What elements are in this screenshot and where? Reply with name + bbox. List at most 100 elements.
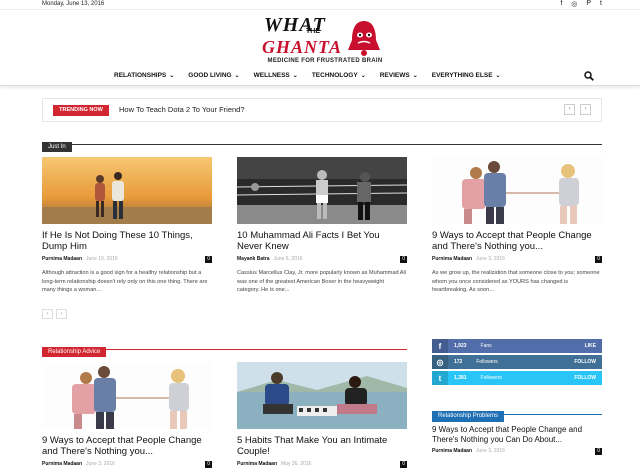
relationship-problems-label: Relationship Problems — [432, 411, 505, 422]
nav-item-technology[interactable]: TECHNOLOGY ⌄ — [312, 72, 366, 79]
article-meta: Purnima Madaan June 10, 2016 0 — [42, 256, 212, 263]
chevron-down-icon: ⌄ — [495, 73, 501, 79]
article-title[interactable]: 9 Ways to Accept that People Change and … — [42, 435, 212, 457]
nav-label: RELATIONSHIPS — [114, 72, 167, 79]
trending-bar: TRENDING NOW How To Teach Dota 2 To Your… — [42, 98, 602, 122]
top-social-icons: f ◎ P t — [560, 0, 602, 8]
comment-count-badge[interactable]: 0 — [400, 461, 407, 468]
site-logo[interactable]: WHAT THE GHANTA MEDICINE FOR FRUSTRATED … — [262, 14, 388, 66]
relationship-advice-header: Relationship Advice — [42, 340, 407, 357]
nav-item-relationships[interactable]: RELATIONSHIPS ⌄ — [114, 72, 174, 79]
article-author[interactable]: Purnima Madaan — [432, 448, 472, 454]
instagram-icon: ◎ — [432, 355, 448, 369]
article-card[interactable]: 9 Ways to Accept that People Change and … — [42, 362, 212, 468]
article-meta: Purnima Madaan June 3, 2016 0 — [432, 448, 602, 455]
facebook-icon[interactable]: f — [560, 0, 562, 8]
article-excerpt: As we grow up, the realization that some… — [432, 270, 600, 293]
article-author[interactable]: Purnima Madaan — [237, 461, 277, 467]
article-meta: Purnima Madaan May 26, 2016 0 — [237, 461, 407, 468]
chevron-down-icon: ⌄ — [234, 73, 240, 79]
article-card[interactable]: 10 Muhammad Ali Facts I Bet You Never Kn… — [237, 157, 407, 295]
comment-count-badge[interactable]: 0 — [205, 256, 212, 263]
comment-count-badge[interactable]: 0 — [595, 448, 602, 455]
article-title[interactable]: 9 Ways to Accept that People Change and … — [432, 230, 602, 252]
article-image-boxing[interactable] — [237, 157, 407, 224]
logo-word-the: THE — [306, 28, 320, 35]
pagination-prev-button[interactable]: ‹ — [42, 309, 53, 319]
article-title[interactable]: If He Is Not Doing These 10 Things, Dump… — [42, 230, 212, 252]
comment-count-badge[interactable]: 0 — [595, 256, 602, 263]
comment-count-badge[interactable]: 0 — [205, 461, 212, 468]
trending-title[interactable]: How To Teach Dota 2 To Your Friend? — [119, 105, 245, 114]
search-icon[interactable] — [584, 71, 594, 81]
article-author[interactable]: Purnima Madaan — [42, 461, 82, 467]
relationship-advice-label: Relationship Advice — [42, 347, 107, 357]
facebook-count: 1,923 — [454, 343, 467, 349]
article-image-chess-couple[interactable] — [237, 362, 407, 429]
article-meta: Purnima Madaan June 3, 2016 0 — [432, 256, 602, 263]
top-bar: Monday, June 13, 2016 f ◎ P t — [0, 0, 640, 10]
facebook-icon: f — [432, 339, 448, 353]
article-title[interactable]: 10 Muhammad Ali Facts I Bet You Never Kn… — [237, 230, 407, 252]
nav-label: EVERYTHING ELSE — [431, 72, 493, 79]
twitter-counter[interactable]: t 1,381 Followers FOLLOW — [432, 371, 602, 385]
article-date: June 3, 2016 — [476, 256, 505, 262]
trending-prev-button[interactable]: ‹ — [564, 104, 575, 115]
article-author[interactable]: Purnima Madaan — [432, 256, 472, 262]
instagram-counter[interactable]: ◎ 172 Followers FOLLOW — [432, 355, 602, 369]
article-title[interactable]: 5 Habits That Make You an Intimate Coupl… — [237, 435, 407, 457]
article-excerpt: Although attraction is a good sign for a… — [42, 270, 208, 293]
chevron-down-icon: ⌄ — [169, 73, 175, 79]
nav-label: TECHNOLOGY — [311, 72, 358, 79]
twitter-follow-button[interactable]: FOLLOW — [574, 375, 596, 381]
chevron-down-icon: ⌄ — [292, 73, 298, 79]
article-date: June 6, 2016 — [273, 256, 303, 262]
article-author[interactable]: Mayank Batra — [237, 256, 270, 262]
social-counters: f 1,923 Fans LIKE ◎ 172 Followers FOLLOW… — [432, 339, 602, 387]
twitter-icon[interactable]: t — [600, 0, 602, 8]
nav-label: GOOD LIVING — [188, 72, 232, 79]
article-excerpt: Cassius Marcellus Clay, Jr. more popular… — [237, 270, 407, 293]
sidebar-article-card[interactable]: 9 Ways to Accept that People Change and … — [432, 425, 602, 455]
article-title[interactable]: 9 Ways to Accept that People Change and … — [432, 425, 602, 445]
just-in-header: Just In — [42, 135, 602, 152]
article-image-couple-apart[interactable] — [432, 157, 602, 224]
logo-word-ghanta: GHANTA — [262, 37, 343, 57]
relationship-problems-header: Relationship Problems — [432, 404, 602, 422]
article-date: May 26, 2016 — [281, 461, 312, 467]
instagram-count: 172 — [454, 359, 463, 365]
chevron-down-icon: ⌄ — [412, 73, 418, 79]
nav-item-good-living[interactable]: GOOD LIVING ⌄ — [188, 72, 239, 79]
article-card[interactable]: If He Is Not Doing These 10 Things, Dump… — [42, 157, 212, 295]
comment-count-badge[interactable]: 0 — [400, 256, 407, 263]
twitter-icon: t — [432, 371, 448, 385]
article-card[interactable]: 9 Ways to Accept that People Change and … — [432, 157, 602, 295]
pinterest-icon[interactable]: P — [586, 0, 591, 8]
nav-item-wellness[interactable]: WELLNESS ⌄ — [254, 72, 298, 79]
block-pagination: ‹ › — [42, 309, 67, 319]
article-date: June 10, 2016 — [86, 256, 118, 262]
article-meta: Purnima Madaan June 3, 2016 0 — [42, 461, 212, 468]
article-meta: Mayank Batra June 6, 2016 0 — [237, 256, 407, 263]
facebook-counter[interactable]: f 1,923 Fans LIKE — [432, 339, 602, 353]
facebook-like-button[interactable]: LIKE — [585, 343, 596, 349]
article-image-couple-apart[interactable] — [42, 362, 212, 429]
nav-item-everything-else[interactable]: EVERYTHING ELSE ⌄ — [432, 72, 501, 79]
article-date: June 3, 2016 — [86, 461, 115, 467]
trending-next-button[interactable]: › — [580, 104, 591, 115]
logo-tagline: MEDICINE FOR FRUSTRATED BRAIN — [267, 58, 383, 64]
facebook-count-label: Fans — [480, 343, 492, 349]
main-nav: RELATIONSHIPS ⌄ GOOD LIVING ⌄ WELLNESS ⌄ TE… — [0, 68, 640, 86]
nav-label: REVIEWS — [379, 72, 410, 79]
twitter-count-label: Followers — [480, 375, 502, 381]
chevron-down-icon: ⌄ — [360, 73, 366, 79]
article-author[interactable]: Purnima Madaan — [42, 256, 82, 262]
article-image-couple-sunset[interactable] — [42, 157, 212, 224]
instagram-follow-button[interactable]: FOLLOW — [574, 359, 596, 365]
nav-label: WELLNESS — [253, 72, 290, 79]
article-card[interactable]: 5 Habits That Make You an Intimate Coupl… — [237, 362, 407, 468]
nav-item-reviews[interactable]: REVIEWS ⌄ — [380, 72, 418, 79]
instagram-icon[interactable]: ◎ — [571, 0, 577, 8]
pagination-next-button[interactable]: › — [56, 309, 67, 319]
just-in-label: Just In — [42, 142, 72, 152]
